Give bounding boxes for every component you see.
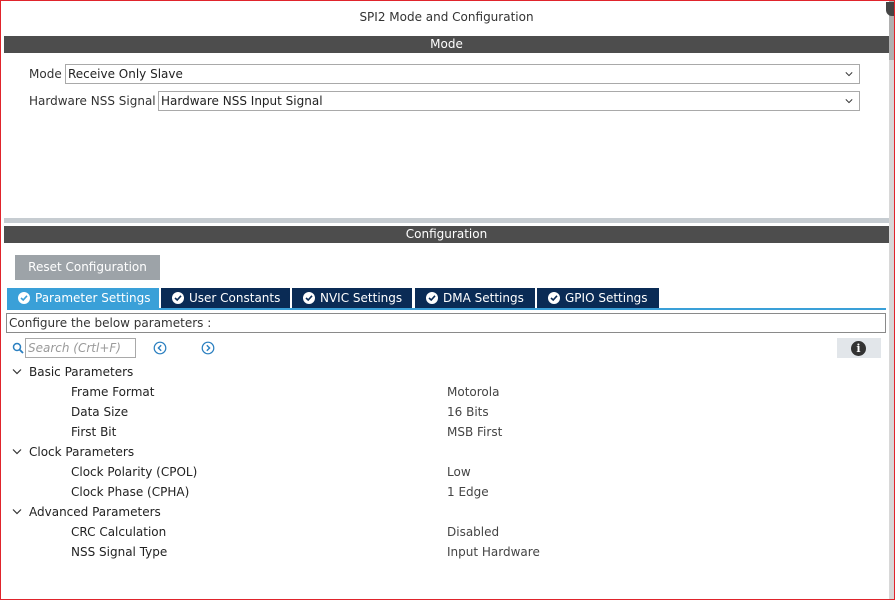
param-value[interactable]: MSB First [447, 422, 502, 442]
caret-down-icon [12, 449, 22, 455]
param-value[interactable]: Input Hardware [447, 542, 540, 562]
param-name: Data Size [71, 405, 129, 419]
param-name: CRC Calculation [71, 525, 167, 539]
param-name: Clock Polarity (CPOL) [71, 465, 198, 479]
caret-down-icon [12, 509, 22, 515]
param-value[interactable]: Disabled [447, 522, 499, 542]
param-value[interactable]: Motorola [447, 382, 499, 402]
search-input[interactable]: Search (Crtl+F) [25, 338, 136, 358]
tab-underline [7, 308, 886, 310]
tab-gpio-settings[interactable]: GPIO Settings [537, 288, 659, 308]
tab-label: User Constants [189, 291, 281, 305]
search-icon[interactable] [12, 342, 24, 354]
arrow-right-circle-icon[interactable] [201, 341, 215, 355]
chevron-down-icon [845, 72, 853, 77]
tab-dma-settings[interactable]: DMA Settings [415, 288, 535, 308]
param-name: Clock Phase (CPHA) [71, 485, 190, 499]
chevron-down-icon [845, 99, 853, 104]
mode-section-header: Mode [4, 36, 889, 53]
nss-signal-select[interactable]: Hardware NSS Input Signal [158, 91, 860, 111]
window-title: SPI2 Mode and Configuration [359, 10, 534, 24]
check-circle-icon [18, 292, 30, 304]
caret-down-icon [12, 369, 22, 375]
tab-label: Parameter Settings [35, 291, 151, 305]
tab-label: GPIO Settings [565, 291, 648, 305]
param-name: First Bit [71, 425, 117, 439]
param-value[interactable]: 1 Edge [447, 482, 489, 502]
info-button[interactable]: i [837, 338, 881, 358]
check-circle-icon [172, 292, 184, 304]
reset-configuration-button[interactable]: Reset Configuration [15, 255, 160, 280]
group-label: Basic Parameters [29, 365, 134, 379]
mode-select-value: Receive Only Slave [68, 67, 183, 81]
param-value[interactable]: Low [447, 462, 471, 482]
tab-nvic-settings[interactable]: NVIC Settings [292, 288, 412, 308]
check-circle-icon [303, 292, 315, 304]
mode-select[interactable]: Receive Only Slave [65, 64, 860, 84]
parameters-hint: Configure the below parameters : [6, 313, 886, 333]
nss-signal-select-value: Hardware NSS Input Signal [161, 94, 323, 108]
param-value[interactable]: 16 Bits [447, 402, 489, 422]
check-circle-icon [426, 292, 438, 304]
group-label: Advanced Parameters [29, 505, 161, 519]
configuration-section-header: Configuration [4, 226, 889, 243]
param-name: NSS Signal Type [71, 545, 168, 559]
arrow-left-circle-icon[interactable] [153, 341, 167, 355]
tab-label: DMA Settings [443, 291, 524, 305]
tab-parameter-settings[interactable]: Parameter Settings [7, 288, 159, 308]
window-scrollbar[interactable] [889, 0, 895, 600]
mode-label: Mode [29, 67, 62, 81]
nss-signal-label: Hardware NSS Signal [29, 94, 156, 108]
tab-user-constants[interactable]: User Constants [161, 288, 290, 308]
tab-label: NVIC Settings [320, 291, 403, 305]
section-divider [4, 218, 889, 223]
param-name: Frame Format [71, 385, 155, 399]
check-circle-icon [548, 292, 560, 304]
group-label: Clock Parameters [29, 445, 135, 459]
info-icon: i [851, 341, 866, 356]
